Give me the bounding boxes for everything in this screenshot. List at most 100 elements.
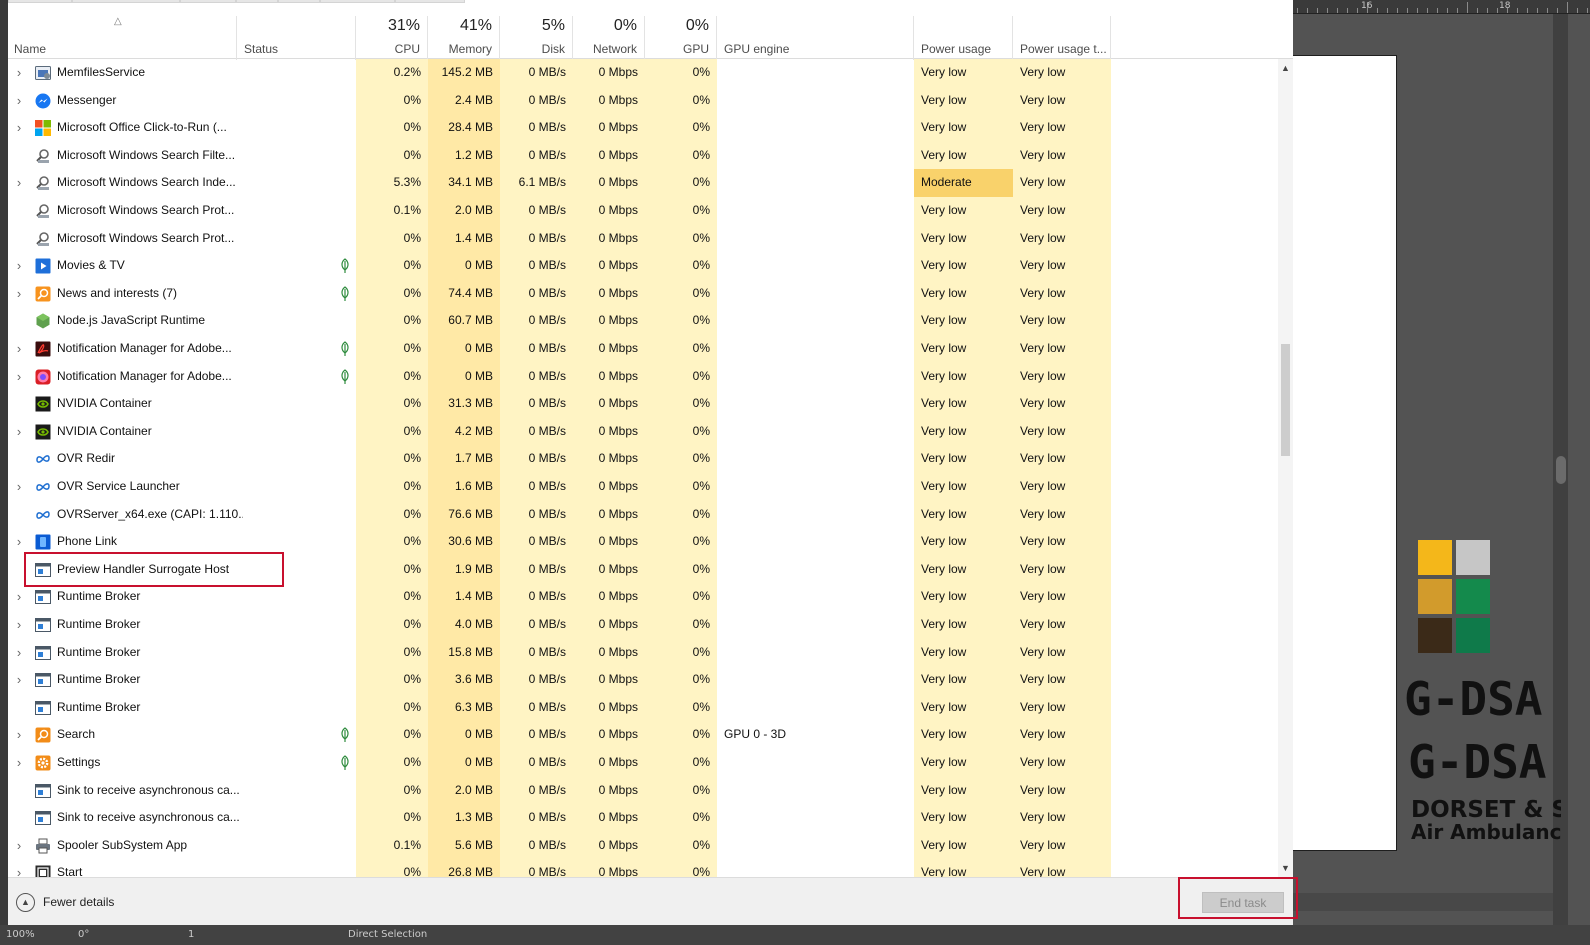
process-row[interactable]: › Start 0% 26.8 MB 0 MB/s 0 Mbps 0% Very low Ver… (8, 859, 1278, 877)
tab-app-history[interactable] (180, 0, 236, 3)
process-list-scrollbar[interactable]: ▲ ▼ (1278, 59, 1293, 877)
process-row[interactable]: › Messenger 0% 2.4 MB 0 MB/s 0 Mbps 0% Very low… (8, 87, 1278, 115)
process-row[interactable]: Microsoft Windows Search Filte... 0% 1.2 M… (8, 142, 1278, 170)
cell-cpu: 0% (403, 341, 421, 355)
tab-startup[interactable] (236, 0, 278, 3)
footer-bar: ▲ Fewer details End task (8, 877, 1293, 925)
process-row[interactable]: › Notification Manager for Adobe... 0% 0 MB… (8, 363, 1278, 391)
process-row[interactable]: OVR Redir 0% 1.7 MB 0 MB/s 0 Mbps 0% Very low V… (8, 445, 1278, 473)
process-row[interactable]: › MemfilesService 0.2% 145.2 MB 0 MB/s 0 Mbps… (8, 59, 1278, 87)
scroll-up-icon[interactable]: ▲ (1278, 61, 1293, 75)
search-service-icon (35, 231, 51, 247)
column-power-usage-trend[interactable]: Power usage t... (1013, 16, 1111, 60)
expand-chevron-icon[interactable]: › (13, 859, 25, 877)
process-row[interactable]: › Settings 0% 0 MB 0 MB/s 0 Mbps 0% Very low Ver… (8, 749, 1278, 777)
column-cpu[interactable]: 31% CPU (356, 16, 428, 60)
artboard-number[interactable]: 1 (188, 929, 194, 940)
column-gpu-engine[interactable]: GPU engine (717, 16, 914, 60)
cell-cpu: 0.1% (393, 203, 421, 217)
zoom-level[interactable]: 100% (6, 929, 35, 940)
rotation-field[interactable]: 0° (78, 929, 89, 940)
column-power-usage[interactable]: Power usage (914, 16, 1013, 60)
process-row[interactable]: › Notification Manager for Adobe... 0% 0 MB… (8, 335, 1278, 363)
process-row[interactable]: › News and interests (7) 0% 74.4 MB 0 MB/s 0 … (8, 280, 1278, 308)
cell-memory: 0 MB (464, 755, 493, 769)
expand-chevron-icon[interactable]: › (13, 832, 25, 860)
expand-chevron-icon[interactable]: › (13, 335, 25, 363)
oculus-icon (35, 507, 51, 523)
tab-users[interactable] (278, 0, 320, 3)
expand-chevron-icon[interactable]: › (13, 611, 25, 639)
cell-power-trend: Very low (1020, 810, 1066, 825)
process-row[interactable]: NVIDIA Container 0% 31.3 MB 0 MB/s 0 Mbps 0% V… (8, 390, 1278, 418)
process-row[interactable]: › Phone Link 0% 30.6 MB 0 MB/s 0 Mbps 0% Very l… (8, 528, 1278, 556)
column-memory[interactable]: 41% Memory (428, 16, 500, 60)
logo-square (1418, 579, 1452, 614)
process-row[interactable]: Runtime Broker 0% 6.3 MB 0 MB/s 0 Mbps 0% Very… (8, 694, 1278, 722)
cell-gpu-engine (717, 583, 914, 611)
process-row[interactable]: › Runtime Broker 0% 3.6 MB 0 MB/s 0 Mbps 0% Ver… (8, 666, 1278, 694)
cell-memory: 1.7 MB (454, 451, 493, 466)
cell-network: 0 Mbps (598, 313, 638, 328)
column-gpu[interactable]: 0% GPU (645, 16, 717, 60)
expand-chevron-icon[interactable]: › (13, 280, 25, 308)
expand-chevron-icon[interactable]: › (13, 666, 25, 694)
expand-chevron-icon[interactable]: › (13, 114, 25, 142)
process-row[interactable]: › OVR Service Launcher 0% 1.6 MB 0 MB/s 0 Mbp… (8, 473, 1278, 501)
process-row[interactable]: › NVIDIA Container 0% 4.2 MB 0 MB/s 0 Mbps 0% V… (8, 418, 1278, 446)
scroll-down-icon[interactable]: ▼ (1278, 861, 1293, 875)
expand-chevron-icon[interactable]: › (13, 721, 25, 749)
fewer-details-button[interactable]: ▲ Fewer details (16, 892, 114, 912)
expand-chevron-icon[interactable]: › (13, 528, 25, 556)
process-row[interactable]: › Microsoft Windows Search Inde... 5.3% 34.… (8, 169, 1278, 197)
tab-services[interactable] (395, 0, 465, 3)
process-row[interactable]: Preview Handler Surrogate Host 0% 1.9 MB 0 … (8, 556, 1278, 584)
scroll-thumb[interactable] (1281, 344, 1290, 456)
expand-chevron-icon[interactable]: › (13, 639, 25, 667)
cell-gpu: 0% (692, 617, 710, 631)
cell-memory: 1.4 MB (454, 589, 493, 604)
column-status[interactable]: Status (237, 16, 356, 60)
process-row[interactable]: › Movies & TV 0% 0 MB 0 MB/s 0 Mbps 0% Very low… (8, 252, 1278, 280)
nvidia-icon (35, 396, 51, 412)
process-row[interactable]: Microsoft Windows Search Prot... 0% 1.4 MB… (8, 225, 1278, 253)
ruler-tick (1327, 8, 1328, 13)
process-row[interactable]: Node.js JavaScript Runtime 0% 60.7 MB 0 MB/… (8, 307, 1278, 335)
cell-gpu-engine (717, 252, 914, 280)
column-disk[interactable]: 5% Disk (500, 16, 573, 60)
cell-cpu: 0% (403, 230, 421, 245)
expand-chevron-icon[interactable]: › (13, 87, 25, 115)
process-row[interactable]: Sink to receive asynchronous ca... 0% 1.3 … (8, 804, 1278, 832)
column-network[interactable]: 0% Network (573, 16, 645, 60)
cell-disk: 0 MB/s (528, 617, 566, 631)
process-row[interactable]: › Spooler SubSystem App 0.1% 5.6 MB 0 MB/s 0 … (8, 832, 1278, 860)
expand-chevron-icon[interactable]: › (13, 169, 25, 197)
tab-details[interactable] (320, 0, 395, 3)
expand-chevron-icon[interactable]: › (13, 418, 25, 446)
process-name: Runtime Broker (57, 617, 141, 631)
process-row[interactable]: › Runtime Broker 0% 1.4 MB 0 MB/s 0 Mbps 0% Ver… (8, 583, 1278, 611)
column-name[interactable]: Name (8, 16, 237, 60)
cell-gpu-engine (717, 307, 914, 335)
tab-performance[interactable] (72, 0, 180, 3)
process-row[interactable]: › Search 0% 0 MB 0 MB/s 0 Mbps 0% GPU 0 - 3D Ver… (8, 721, 1278, 749)
expand-chevron-icon[interactable]: › (13, 583, 25, 611)
expand-chevron-icon[interactable]: › (13, 473, 25, 501)
process-row[interactable]: Microsoft Windows Search Prot... 0.1% 2.0 … (8, 197, 1278, 225)
process-row[interactable]: › Runtime Broker 0% 4.0 MB 0 MB/s 0 Mbps 0% Ver… (8, 611, 1278, 639)
expand-chevron-icon[interactable]: › (13, 363, 25, 391)
scroll-thumb[interactable] (1556, 456, 1566, 484)
end-task-button[interactable]: End task (1202, 892, 1284, 913)
expand-chevron-icon[interactable]: › (13, 252, 25, 280)
process-row[interactable]: OVRServer_x64.exe (CAPI: 1.110.... 0% 76.6… (8, 501, 1278, 529)
process-row[interactable]: › Microsoft Office Click-to-Run (... 0% 28.… (8, 114, 1278, 142)
horizontal-scrollbar-track[interactable] (1293, 893, 1553, 911)
tab-processes[interactable] (8, 0, 72, 3)
process-row[interactable]: › Runtime Broker 0% 15.8 MB 0 MB/s 0 Mbps 0% Ve… (8, 639, 1278, 667)
process-row[interactable]: Sink to receive asynchronous ca... 0% 2.0 … (8, 777, 1278, 805)
cell-cpu: 0% (403, 506, 421, 521)
expand-chevron-icon[interactable]: › (13, 59, 25, 87)
efficiency-mode-leaf-icon (339, 755, 351, 771)
cell-power: Very low (921, 617, 967, 631)
expand-chevron-icon[interactable]: › (13, 749, 25, 777)
